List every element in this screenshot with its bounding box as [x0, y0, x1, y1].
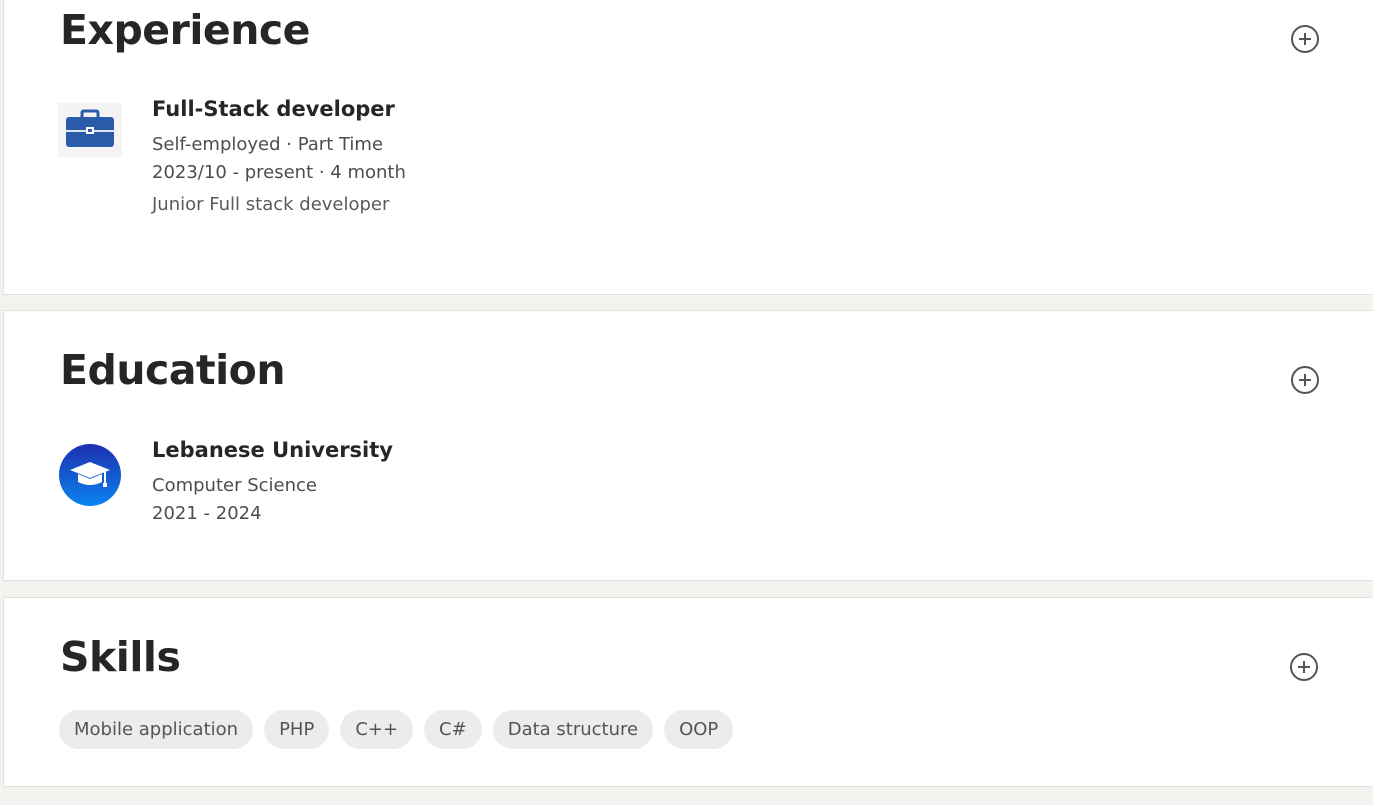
skill-chip[interactable]: Data structure: [492, 710, 654, 749]
job-description: Junior Full stack developer: [152, 194, 390, 215]
school-name: Lebanese University: [152, 438, 393, 462]
skill-chip[interactable]: C#: [424, 710, 482, 749]
add-experience-button[interactable]: [1291, 25, 1319, 53]
add-skill-button[interactable]: [1290, 653, 1318, 681]
section-title: Experience: [60, 6, 311, 54]
education-entry: Lebanese University Computer Science 202…: [152, 436, 393, 528]
experience-entry: Full-Stack developer Self-employed · Par…: [152, 95, 406, 219]
skills-section: Skills Mobile application PHP C++ C# Dat…: [3, 597, 1373, 787]
skill-chip[interactable]: PHP: [264, 710, 330, 749]
section-title: Skills: [60, 633, 181, 681]
section-title: Education: [60, 346, 286, 394]
skill-chip[interactable]: OOP: [664, 710, 734, 749]
experience-section: Experience Full-Stack developer Self-emp…: [3, 0, 1373, 295]
education-section: Education Lebanese University Computer S…: [3, 310, 1373, 581]
field-of-study: Computer Science: [152, 475, 317, 496]
graduation-cap-icon: [58, 443, 122, 507]
briefcase-icon: [58, 103, 122, 167]
employment-type: Self-employed · Part Time: [152, 134, 384, 155]
education-dates: 2021 - 2024: [152, 503, 262, 524]
skills-list: Mobile application PHP C++ C# Data struc…: [59, 710, 734, 749]
skill-chip[interactable]: Mobile application: [59, 710, 254, 749]
skill-chip[interactable]: C++: [340, 710, 414, 749]
job-dates: 2023/10 - present · 4 month: [152, 162, 406, 183]
job-title: Full-Stack developer: [152, 97, 395, 121]
add-education-button[interactable]: [1291, 366, 1319, 394]
